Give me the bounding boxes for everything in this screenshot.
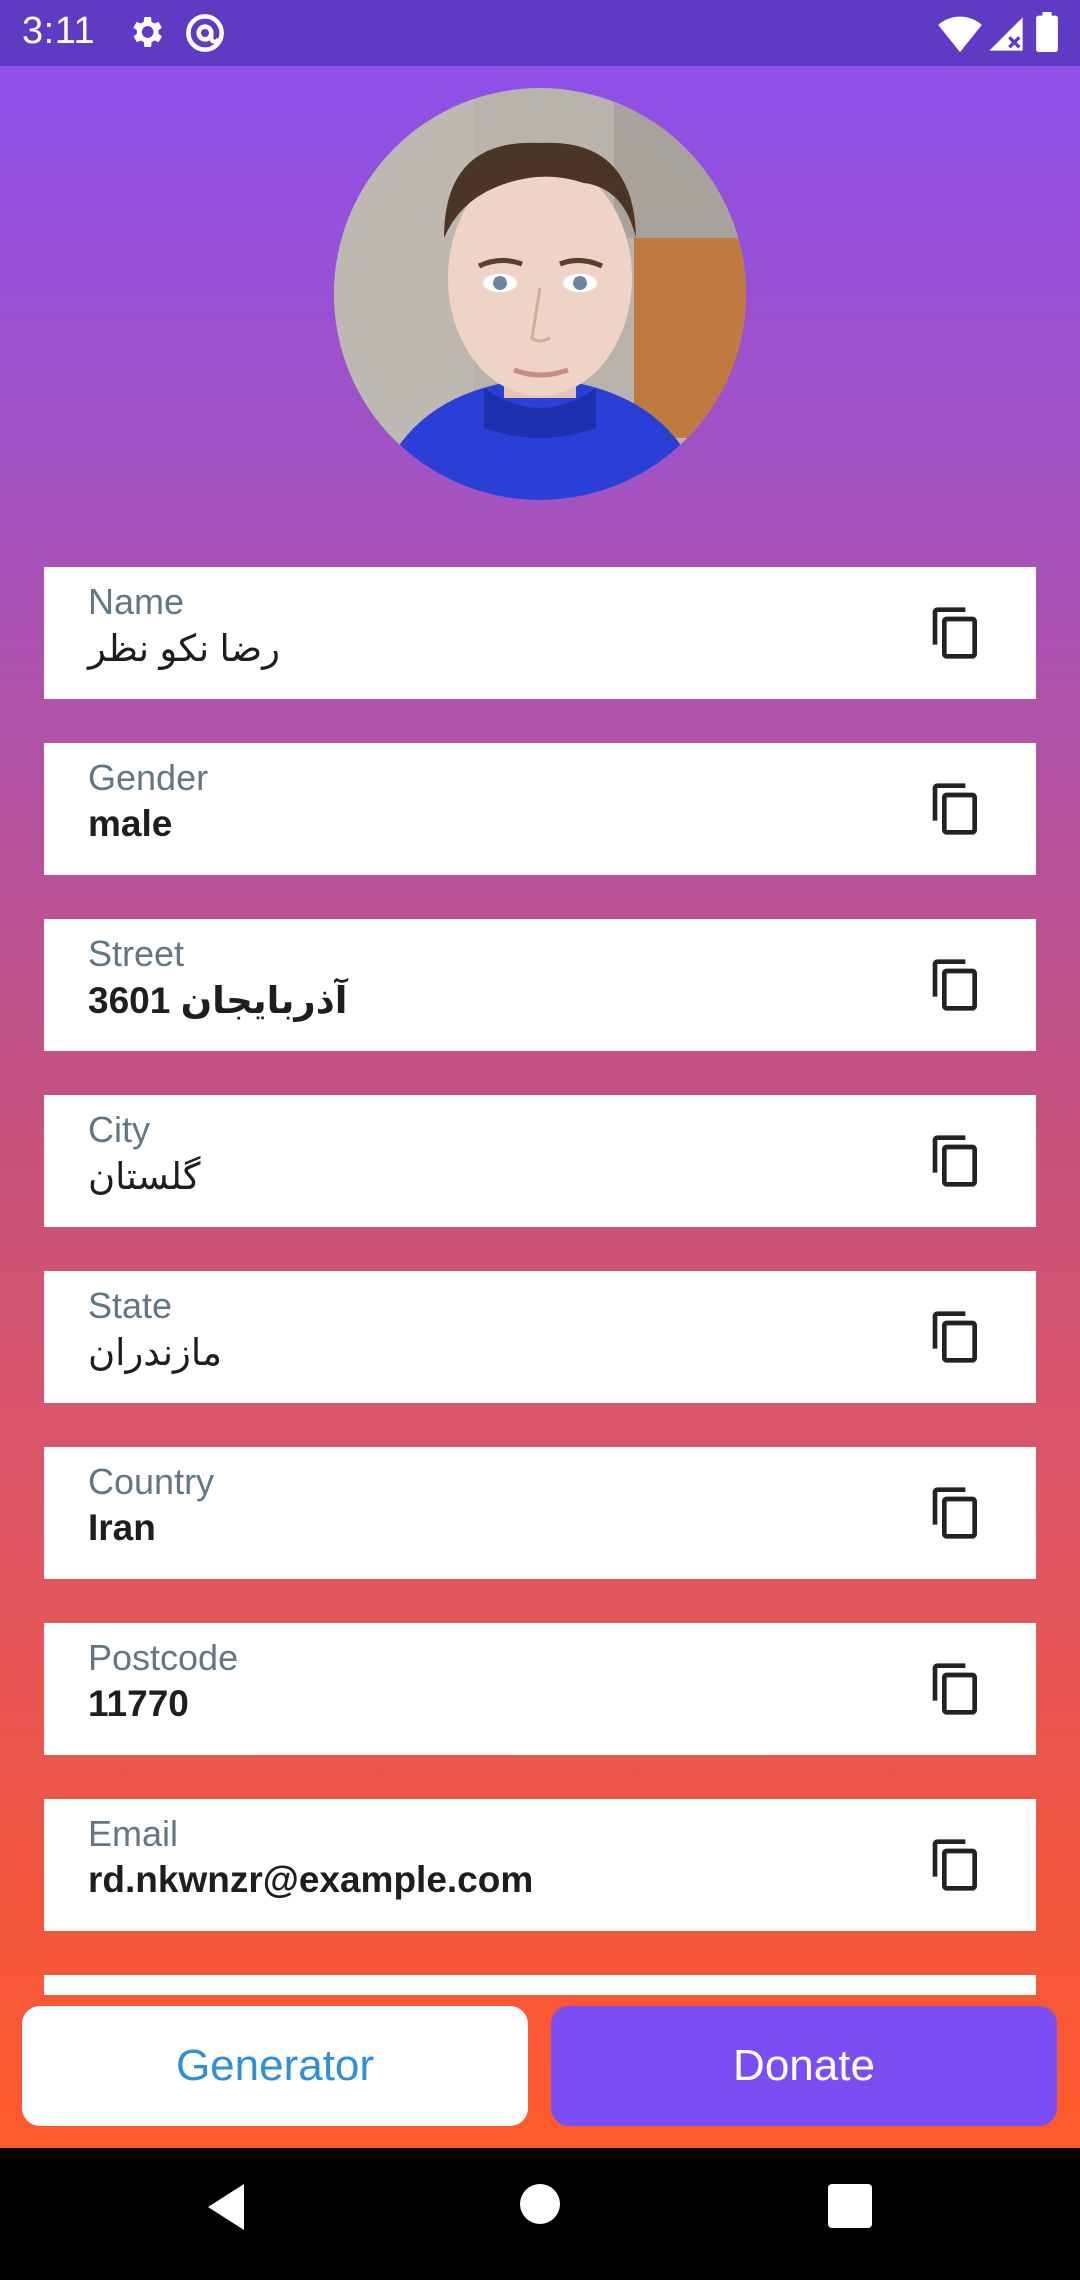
avatar [334,88,746,500]
at-sign-icon [184,12,226,59]
field-card-country: Country Iran [44,1447,1036,1579]
back-icon[interactable] [204,2182,248,2237]
field-card-city: City گلستان [44,1095,1036,1227]
system-nav-bar [0,2148,1080,2280]
field-card-postcode: Postcode 11770 [44,1623,1036,1755]
field-label: Email [88,1813,179,1854]
donate-button[interactable]: Donate [551,2006,1057,2126]
field-card-email: Email rd.nkwnzr@example.com [44,1799,1036,1931]
recents-icon[interactable] [828,2184,872,2233]
field-label: Gender [88,757,209,798]
copy-icon[interactable] [928,1485,984,1541]
field-label: City [88,1109,150,1150]
copy-icon[interactable] [928,605,984,661]
copy-icon[interactable] [928,957,984,1013]
copy-icon[interactable] [928,781,984,837]
copy-icon[interactable] [928,1661,984,1717]
field-card-state: State مازندران [44,1271,1036,1403]
field-value: male [88,803,173,844]
field-value: rd.nkwnzr@example.com [88,1859,534,1900]
field-label: Postcode [88,1637,239,1678]
status-time: 3:11 [22,10,96,52]
field-value: رضا نكو نظر [88,628,281,669]
field-value: گلستان [88,1156,201,1197]
field-value: 3601 آذربایجان [88,980,348,1021]
copy-icon[interactable] [928,1133,984,1189]
field-value: Iran [88,1507,156,1548]
signal-icon [986,14,1026,59]
app-screen: 3:11 Name رضا نكو نظر Gender male Street… [0,0,1080,2148]
copy-icon[interactable] [928,1837,984,1893]
bottom-action-bar: Generator Donate [0,1990,1080,2148]
field-value: 11770 [88,1683,189,1724]
field-card-gender: Gender male [44,743,1036,875]
battery-icon [1036,12,1058,57]
generator-button[interactable]: Generator [22,2006,528,2126]
field-label: Name [88,581,185,622]
field-label: State [88,1285,173,1326]
field-label: Country [88,1461,215,1502]
wifi-icon [938,14,982,59]
field-card-street: Street 3601 آذربایجان [44,919,1036,1051]
copy-icon[interactable] [928,1309,984,1365]
status-bar: 3:11 [0,0,1080,66]
gear-icon [126,12,166,57]
field-value: مازندران [88,1332,222,1373]
field-label: Street [88,933,185,974]
home-icon[interactable] [518,2182,562,2231]
field-card-name: Name رضا نكو نظر [44,567,1036,699]
